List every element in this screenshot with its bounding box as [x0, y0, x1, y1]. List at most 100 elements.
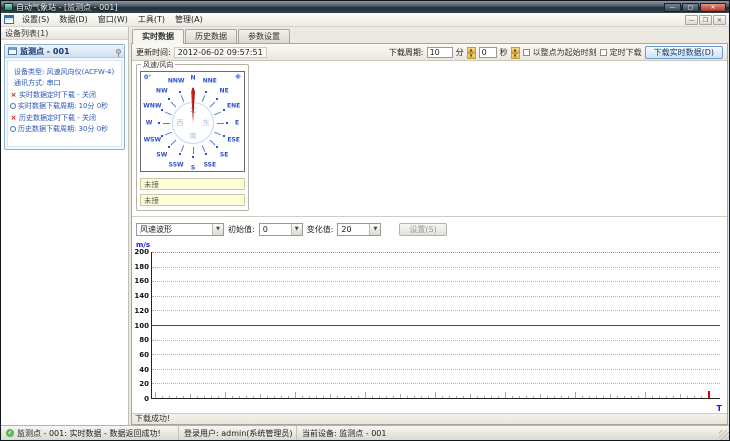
chart-xtick — [400, 394, 401, 398]
tab-0[interactable]: 实时数据 — [132, 29, 184, 44]
chevron-down-icon: ▼ — [369, 223, 381, 235]
compass-dir-WNW: WNW — [143, 102, 162, 110]
compass-tick-dash — [164, 111, 172, 115]
chart-xtick — [162, 396, 163, 398]
chart-xtick — [582, 396, 583, 398]
mdi-minimize-icon[interactable]: — — [685, 14, 698, 25]
maximize-icon[interactable]: ▢ — [682, 2, 699, 12]
mdi-restore-icon[interactable]: ❐ — [699, 14, 712, 25]
tabstrip: 实时数据 历史数据 参数设置 — [131, 29, 728, 44]
seconds-stepper[interactable]: ▲ ▼ — [510, 46, 520, 59]
chart-xtick — [645, 392, 646, 398]
settings-button[interactable]: 设置(S) — [399, 222, 447, 236]
compass-tick-dash — [192, 147, 194, 154]
device-info-line: 通讯方式: 串口 — [10, 78, 119, 88]
compass-inner-bottom: 南 — [189, 132, 197, 140]
chart-xtick — [281, 396, 282, 398]
chart-gridline-200 — [152, 252, 720, 253]
device-info-line: 实时数据下载周期: 10分 0秒 — [10, 101, 119, 111]
wind-compass: 0°※NNNENEENEEESESESSESSSWSWWSWWWNWNWNNW北… — [140, 71, 245, 172]
chart-xtick — [491, 396, 492, 398]
chart-xtick — [197, 396, 198, 398]
compass-tick-dash — [201, 95, 206, 102]
chart-ytick-180: 180 — [134, 262, 149, 271]
menubar: 设置(S) 数据(D) 窗口(W) 工具(T) 管理(A) — ❐ ✕ — [1, 13, 729, 27]
compass-dir-E: E — [234, 119, 240, 127]
chart-xtick — [211, 396, 212, 398]
device-card-header[interactable]: 监测点 - 001 — [5, 45, 124, 58]
device-info-text: 实时数据下载周期: 10分 0秒 — [18, 102, 109, 110]
chart-xtick — [673, 396, 674, 398]
waveform-select[interactable]: 风速波形 ▼ — [136, 222, 224, 236]
compass-inner-left: 西 — [176, 119, 184, 127]
clock-icon — [10, 126, 16, 132]
device-info-line: 历史数据下载周期: 30分 0秒 — [10, 124, 119, 134]
chart-xtick — [526, 396, 527, 398]
scheduled-download-checkbox[interactable] — [599, 48, 607, 56]
minimize-icon[interactable]: — — [664, 2, 681, 12]
compass-dir-N: N — [190, 74, 196, 82]
statusbar: ✓ 监测点 - 001: 实时数据 - 数据返回成功! 登录用户: admin(… — [1, 425, 729, 440]
mdi-child-icon[interactable] — [4, 15, 14, 24]
chart-xtick — [358, 396, 359, 398]
chart-gridline-120 — [152, 310, 720, 312]
change-value-label: 变化值: — [306, 224, 334, 234]
chart-ytick-40: 40 — [139, 365, 149, 374]
compass-dir-NNW: NNW — [167, 77, 185, 85]
chart-xtick — [540, 394, 541, 398]
compass-dir-WSW: WSW — [143, 136, 162, 144]
close-icon[interactable]: ✕ — [700, 2, 726, 12]
mdi-close-icon[interactable]: ✕ — [713, 14, 726, 25]
compass-tick-dash — [171, 101, 177, 108]
menu-item-0[interactable]: 设置(S) — [17, 13, 54, 26]
chart-xtick — [680, 394, 681, 398]
resize-grip-icon[interactable] — [719, 430, 729, 440]
compass-angle-readout: 0° — [144, 74, 152, 81]
seconds-input[interactable]: 0 — [478, 46, 497, 58]
chart-xtick — [617, 396, 618, 398]
chart-xtick — [225, 392, 226, 398]
chart-xtick — [267, 396, 268, 398]
panel-footer: 下载成功! — [132, 413, 727, 424]
minutes-unit: 分 — [455, 47, 464, 57]
chart-xtick — [442, 396, 443, 398]
success-check-icon: ✓ — [6, 429, 14, 437]
chart-gridline-60 — [152, 354, 720, 356]
tab-1[interactable]: 历史数据 — [185, 29, 237, 43]
chart-xtick — [547, 396, 548, 398]
compass-tick-dot — [216, 146, 219, 149]
chart-ytick-20: 20 — [139, 380, 149, 389]
device-card[interactable]: 监测点 - 001 设备类型: 风速风向仪(ACFW-4) 通讯方式: 串口 × 实时… — [4, 44, 125, 150]
menu-item-3[interactable]: 工具(T) — [133, 13, 170, 26]
change-value-select[interactable]: 20 ▼ — [337, 222, 382, 236]
chart-ytick-80: 80 — [139, 336, 149, 345]
initial-value-select[interactable]: 0 ▼ — [258, 222, 303, 236]
minutes-input[interactable]: 10 — [426, 46, 453, 58]
app-body: 设备列表(1) 监测点 - 001 设备类型: 风速风向仪(ACFW-4) 通讯方… — [1, 27, 729, 425]
update-time-label: 更新时间: — [136, 47, 171, 57]
minutes-stepper[interactable]: ▲ ▼ — [466, 46, 476, 59]
chart-xtick — [351, 396, 352, 398]
menu-item-1[interactable]: 数据(D) — [54, 13, 92, 26]
compass-inner-right: 东 — [202, 119, 210, 127]
pin-icon[interactable] — [116, 48, 121, 57]
device-info-text: 设备类型: 风速风向仪(ACFW-4) — [14, 67, 115, 76]
chart-xtick — [561, 396, 562, 398]
menu-item-4[interactable]: 管理(A) — [170, 13, 208, 26]
chart-xtick — [638, 396, 639, 398]
start-on-hour-checkbox[interactable] — [522, 48, 530, 56]
download-realtime-button[interactable]: 下载实时数据(D) — [644, 45, 723, 59]
compass-dir-NNE: NNE — [202, 77, 217, 85]
status-device-section: 当前设备: 监测点 - 001 — [297, 426, 729, 440]
scheduled-download-label: 定时下载 — [609, 47, 642, 57]
compass-tick-dash — [171, 139, 177, 146]
chart-xtick — [449, 396, 450, 398]
chart-ytick-160: 160 — [134, 277, 149, 286]
chart-x-axis-label: T — [716, 404, 722, 413]
chart-xtick — [246, 396, 247, 398]
menu-item-2[interactable]: 窗口(W) — [93, 13, 133, 26]
compass-dir-S: S — [190, 164, 196, 172]
chart-xtick — [218, 396, 219, 398]
tab-2[interactable]: 参数设置 — [238, 29, 290, 43]
chart-xtick — [603, 396, 604, 398]
